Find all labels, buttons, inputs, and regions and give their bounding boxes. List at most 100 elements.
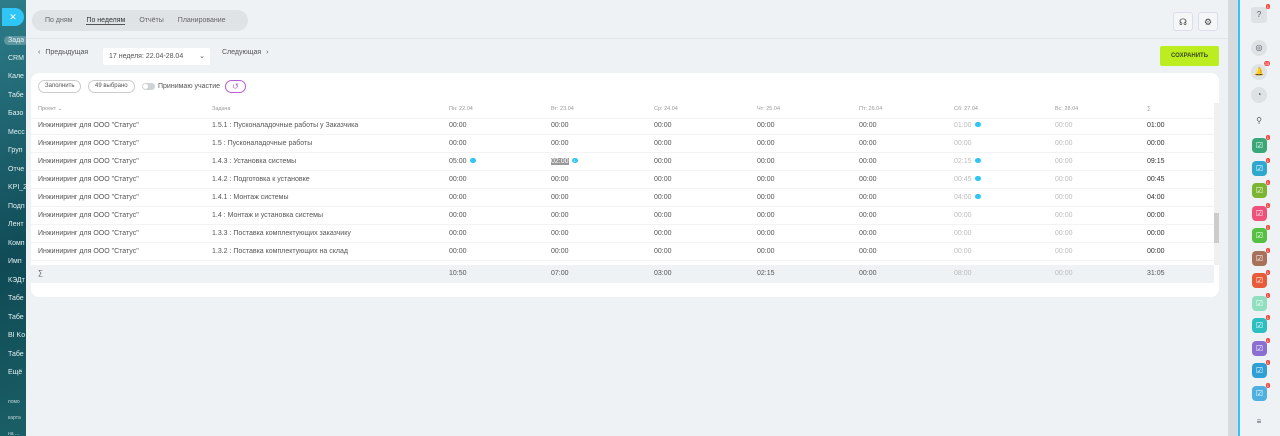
day-time-cell[interactable]: 00:00: [551, 212, 569, 219]
total-cell[interactable]: 00:00: [1147, 248, 1165, 255]
nav-item[interactable]: Ещё: [8, 369, 22, 376]
day-time-cell[interactable]: 00:00: [551, 176, 569, 183]
day-time-cell[interactable]: 04:00: [954, 194, 981, 201]
nav-item[interactable]: Базо: [8, 110, 23, 117]
nav-item[interactable]: Месс: [8, 129, 25, 136]
day-time-cell[interactable]: 00:00: [1055, 230, 1073, 237]
day-time-cell[interactable]: 00:00: [654, 212, 672, 219]
total-cell[interactable]: 00:00: [1147, 230, 1165, 237]
day-time-cell[interactable]: 00:00: [1055, 212, 1073, 219]
day-time-cell[interactable]: 00:00: [757, 248, 775, 255]
day-time-cell[interactable]: 00:00: [757, 194, 775, 201]
nav-item[interactable]: Зада: [4, 36, 26, 45]
tab-by-weeks[interactable]: По неделям: [86, 17, 126, 25]
nav-small-item[interactable]: помо: [8, 399, 20, 405]
sum-day-cell[interactable]: 08:00: [954, 270, 972, 277]
comment-icon[interactable]: [974, 122, 981, 127]
comment-icon[interactable]: [469, 158, 476, 163]
app-shortcut-icon[interactable]: ☑ 1: [1252, 135, 1270, 153]
day-time-cell[interactable]: 00:00: [954, 140, 972, 147]
total-cell[interactable]: 00:00: [1147, 212, 1165, 219]
nav-item[interactable]: КЭДт: [8, 277, 25, 284]
nav-item[interactable]: Отче: [8, 166, 24, 173]
day-time-cell[interactable]: 00:00: [757, 158, 775, 165]
total-cell[interactable]: 01:00: [1147, 122, 1165, 129]
day-time-cell[interactable]: 00:00: [654, 176, 672, 183]
nav-item[interactable]: Табе: [8, 351, 24, 358]
total-cell[interactable]: 09:15: [1147, 158, 1165, 165]
day-time-cell[interactable]: 00:00: [757, 122, 775, 129]
day-time-cell[interactable]: 00:00: [1055, 194, 1073, 201]
nav-item[interactable]: Кале: [8, 73, 24, 80]
day-time-cell[interactable]: 00:00: [859, 122, 877, 129]
save-button[interactable]: СОХРАНИТЬ: [1160, 46, 1219, 66]
reset-icon[interactable]: ↺: [225, 80, 246, 93]
app-shortcut-icon[interactable]: ☑ 1: [1252, 337, 1270, 356]
sort-chevron-icon[interactable]: ⌄: [56, 106, 63, 112]
menu-icon[interactable]: ≡: [1251, 414, 1267, 430]
day-time-cell[interactable]: 00:00: [757, 140, 775, 147]
day-time-cell[interactable]: 00:00: [654, 194, 672, 201]
day-time-cell[interactable]: 00:00: [654, 248, 672, 255]
total-cell[interactable]: 04:00: [1147, 194, 1165, 201]
day-time-cell[interactable]: 00:00: [1055, 176, 1073, 183]
nav-item[interactable]: Имп: [8, 258, 22, 265]
next-week-link[interactable]: Следующая ›: [222, 49, 269, 56]
comment-icon[interactable]: 1: [571, 158, 578, 163]
nav-item[interactable]: Комп: [8, 240, 25, 247]
app-shortcut-icon[interactable]: ☑ 1: [1252, 315, 1270, 333]
day-time-cell[interactable]: 00:00: [449, 230, 467, 237]
day-time-cell[interactable]: 00:00: [1055, 158, 1073, 165]
nav-item[interactable]: BI Ko: [8, 332, 25, 339]
day-time-cell[interactable]: 00:00: [449, 176, 467, 183]
total-cell[interactable]: 00:00: [1147, 140, 1165, 147]
day-time-cell[interactable]: 00:00: [859, 194, 877, 201]
day-time-cell[interactable]: 05:00: [449, 158, 476, 165]
nav-item[interactable]: Груп: [8, 147, 23, 154]
day-time-cell[interactable]: 00:00: [757, 176, 775, 183]
tab-reports[interactable]: Отчёты: [139, 17, 163, 24]
panel-scrollbar[interactable]: [1228, 0, 1238, 436]
comment-icon[interactable]: [974, 158, 981, 163]
prev-week-link[interactable]: ‹ Предыдущая: [38, 49, 88, 56]
sum-day-cell[interactable]: 00:00: [1055, 270, 1073, 277]
day-time-cell[interactable]: 00:00: [954, 230, 972, 237]
day-time-cell[interactable]: 00:00: [449, 212, 467, 219]
app-shortcut-icon[interactable]: ☑ 1: [1252, 270, 1270, 288]
scrollbar[interactable]: [1214, 103, 1219, 265]
day-time-cell[interactable]: 00:00: [859, 176, 877, 183]
tab-planning[interactable]: Планирование: [178, 17, 226, 24]
day-time-cell[interactable]: 00:00: [654, 122, 672, 129]
nav-item[interactable]: CRM: [8, 55, 24, 62]
app-shortcut-icon[interactable]: ☑ 1: [1252, 157, 1270, 176]
day-time-cell[interactable]: 00:00: [757, 230, 775, 237]
nav-item[interactable]: Лент: [8, 221, 24, 228]
comment-icon[interactable]: [974, 194, 981, 199]
timer-icon[interactable]: ◔: [1251, 87, 1267, 103]
tab-by-days[interactable]: По дням: [45, 17, 72, 24]
day-time-cell[interactable]: 00:00: [551, 230, 569, 237]
day-time-cell[interactable]: 00:00: [551, 140, 569, 147]
week-select[interactable]: 17 неделя: 22.04-28.04 ⌄: [103, 48, 210, 65]
app-shortcut-icon[interactable]: ☑ 1: [1252, 292, 1270, 311]
day-time-cell[interactable]: 00:00: [551, 194, 569, 201]
bell-icon[interactable]: 🔔 33: [1251, 61, 1270, 80]
day-time-cell[interactable]: 02:00 1: [551, 158, 578, 165]
sum-day-cell[interactable]: 10:50: [449, 270, 467, 277]
day-time-cell[interactable]: 00:00: [859, 212, 877, 219]
day-time-cell[interactable]: 00:00: [859, 140, 877, 147]
nav-item[interactable]: Табе: [8, 295, 24, 302]
day-time-cell[interactable]: 00:45: [954, 176, 981, 183]
nav-small-item[interactable]: на ...: [8, 431, 19, 436]
selected-count-button[interactable]: 49 выбрано: [88, 80, 135, 93]
day-time-cell[interactable]: 00:00: [1055, 122, 1073, 129]
day-time-cell[interactable]: 02:15: [954, 158, 981, 165]
close-menu-button[interactable]: ✕: [2, 8, 24, 26]
sum-day-cell[interactable]: 02:15: [757, 270, 775, 277]
day-time-cell[interactable]: 00:00: [449, 140, 467, 147]
day-time-cell[interactable]: 00:00: [654, 140, 672, 147]
app-shortcut-icon[interactable]: ☑ 1: [1252, 225, 1270, 243]
day-time-cell[interactable]: 00:00: [551, 248, 569, 255]
day-time-cell[interactable]: 00:00: [654, 158, 672, 165]
nav-item[interactable]: KPI_2: [8, 184, 26, 191]
